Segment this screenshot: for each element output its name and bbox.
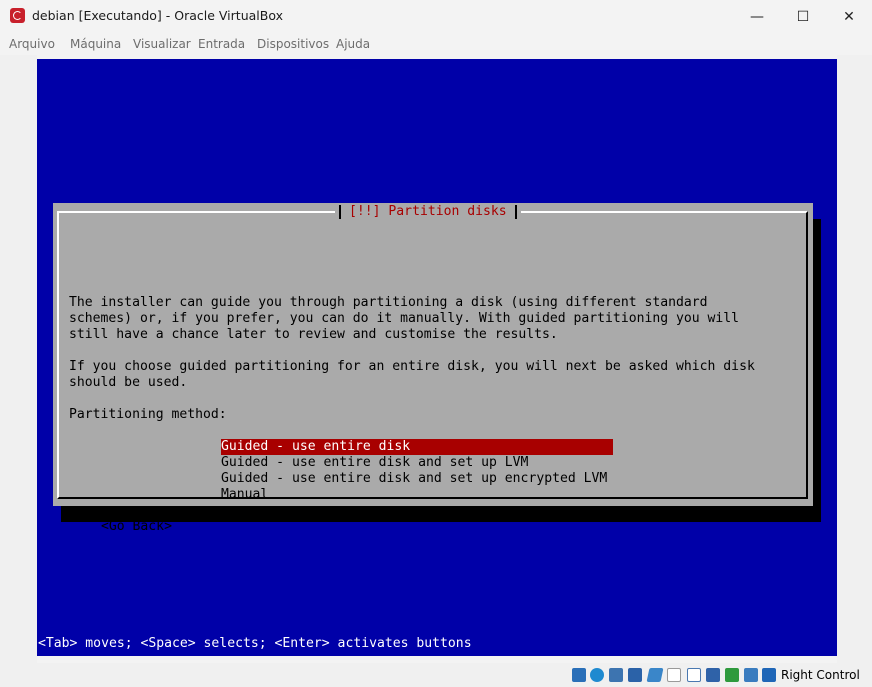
optical-drive-icon[interactable] bbox=[590, 668, 604, 682]
option-guided-encrypted-lvm[interactable]: Guided - use entire disk and set up encr… bbox=[221, 471, 607, 487]
menu-maquina[interactable]: Máquina bbox=[70, 37, 121, 51]
network-icon[interactable] bbox=[628, 668, 642, 682]
status-bar: Right Control bbox=[0, 663, 872, 687]
menu-dispositivos[interactable]: Dispositivos bbox=[257, 37, 329, 51]
window-frame-left bbox=[0, 55, 37, 663]
window-frame-right bbox=[837, 55, 872, 663]
recording-icon[interactable] bbox=[706, 668, 720, 682]
close-button[interactable]: ✕ bbox=[826, 0, 872, 33]
intro-line-3: still have a chance later to review and … bbox=[69, 327, 558, 342]
mouse-integration-icon[interactable] bbox=[744, 668, 758, 682]
option-manual[interactable]: Manual bbox=[221, 487, 268, 503]
keyboard-hint: <Tab> moves; <Space> selects; <Enter> ac… bbox=[38, 636, 472, 651]
method-label: Partitioning method: bbox=[69, 407, 227, 422]
usb-icon[interactable] bbox=[646, 668, 664, 682]
host-key-arrow-icon bbox=[762, 668, 776, 682]
disk-note-line-2: should be used. bbox=[69, 375, 188, 390]
option-guided-entire-disk[interactable]: Guided - use entire disk bbox=[221, 439, 613, 455]
partition-dialog: [!!] Partition disks The installer can g… bbox=[53, 203, 813, 534]
virtualbox-app-icon bbox=[10, 8, 25, 23]
intro-line-2: schemes) or, if you prefer, you can do i… bbox=[69, 311, 740, 326]
cpu-icon[interactable] bbox=[725, 668, 739, 682]
minimize-button[interactable]: — bbox=[734, 0, 780, 33]
maximize-button[interactable]: ☐ bbox=[780, 0, 826, 33]
host-key-label: Right Control bbox=[781, 668, 860, 682]
intro-line-1: The installer can guide you through part… bbox=[69, 295, 708, 310]
disk-note-line-1: If you choose guided partitioning for an… bbox=[69, 359, 755, 374]
go-back-button[interactable]: <Go Back> bbox=[101, 519, 172, 535]
audio-icon[interactable] bbox=[609, 668, 623, 682]
title-right-bracket bbox=[514, 205, 517, 219]
shared-folders-icon[interactable] bbox=[667, 668, 681, 682]
option-guided-lvm[interactable]: Guided - use entire disk and set up LVM bbox=[221, 455, 528, 471]
title-bar: debian [Executando] - Oracle VirtualBox … bbox=[0, 0, 872, 33]
hard-disk-icon[interactable] bbox=[572, 668, 586, 682]
menu-bar: Arquivo Máquina Visualizar Entrada Dispo… bbox=[0, 33, 872, 55]
menu-entrada[interactable]: Entrada bbox=[198, 37, 245, 51]
menu-arquivo[interactable]: Arquivo bbox=[9, 37, 55, 51]
menu-ajuda[interactable]: Ajuda bbox=[336, 37, 370, 51]
display-icon[interactable] bbox=[687, 668, 701, 682]
vm-display[interactable]: [!!] Partition disks The installer can g… bbox=[37, 59, 837, 656]
menu-visualizar[interactable]: Visualizar bbox=[133, 37, 191, 51]
window-title: debian [Executando] - Oracle VirtualBox bbox=[32, 8, 283, 23]
dialog-title: [!!] Partition disks bbox=[349, 204, 507, 219]
dialog-title-bar: [!!] Partition disks bbox=[335, 204, 521, 220]
